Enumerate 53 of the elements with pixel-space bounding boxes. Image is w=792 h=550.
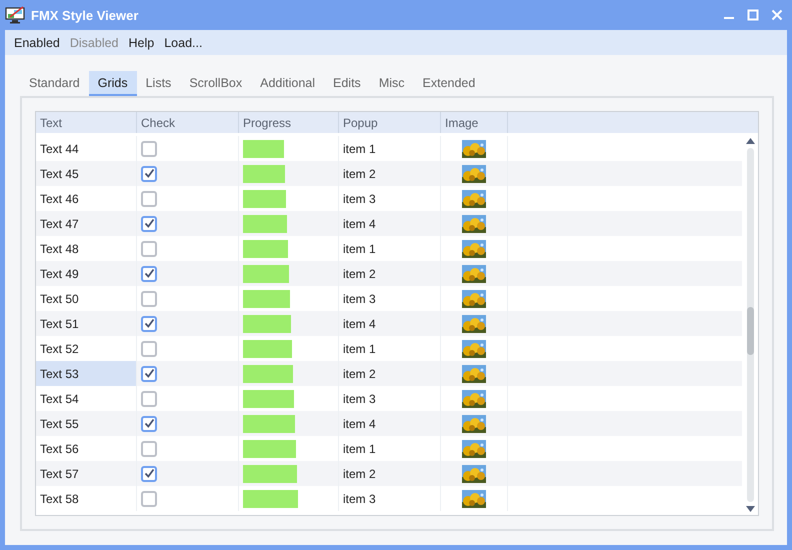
table-cell[interactable]: item 4 (339, 311, 441, 336)
table-cell[interactable]: Text 57 (36, 461, 137, 486)
checkbox[interactable] (141, 190, 157, 206)
checkbox[interactable] (141, 440, 157, 456)
tab[interactable]: Misc (370, 71, 414, 96)
tab[interactable]: Additional (251, 71, 324, 96)
table-cell[interactable]: Text 47 (36, 211, 137, 236)
scroll-down-icon[interactable] (746, 506, 754, 512)
table-cell[interactable]: Text 55 (36, 411, 137, 436)
checkbox[interactable] (141, 390, 157, 406)
column-header[interactable]: Check (137, 112, 239, 133)
checkbox[interactable] (141, 290, 157, 306)
checkbox[interactable] (141, 240, 157, 256)
table-cell[interactable]: item 4 (339, 211, 441, 236)
table-cell[interactable]: Text 45 (36, 161, 137, 186)
menu-item[interactable]: Enabled (9, 36, 65, 50)
table-cell[interactable]: item 2 (339, 261, 441, 286)
checkbox[interactable] (141, 366, 157, 382)
checkbox[interactable] (141, 466, 157, 482)
tab[interactable]: Edits (324, 71, 370, 96)
checkbox[interactable] (141, 216, 157, 232)
menu-item[interactable]: Help (124, 36, 160, 50)
tab[interactable]: Extended (414, 71, 484, 96)
window-title: FMX Style Viewer (31, 8, 138, 22)
checkbox[interactable] (141, 416, 157, 432)
table-cell[interactable]: Text 58 (36, 486, 137, 511)
checkbox[interactable] (141, 340, 157, 356)
table-cell[interactable]: Text 49 (36, 261, 137, 286)
monitor-icon (5, 6, 25, 24)
column-header[interactable]: Popup (339, 112, 441, 133)
table-cell[interactable]: item 4 (339, 411, 441, 436)
close-icon[interactable] (771, 9, 783, 21)
table-cell[interactable]: item 2 (339, 361, 441, 386)
tab[interactable]: Standard (20, 71, 89, 96)
column-header[interactable]: Progress (239, 112, 339, 133)
column-header[interactable]: Image (441, 112, 508, 133)
tab[interactable]: ScrollBox (180, 71, 252, 96)
scroll-up-icon[interactable] (746, 138, 754, 144)
table-cell[interactable]: Text 51 (36, 311, 137, 336)
table-cell[interactable]: item 3 (339, 486, 441, 511)
menu-item[interactable]: Load... (159, 36, 208, 50)
checkbox[interactable] (141, 266, 157, 282)
checkbox[interactable] (141, 166, 157, 182)
checkbox[interactable] (141, 316, 157, 332)
tab[interactable]: Grids (88, 71, 137, 96)
tab[interactable]: Lists (136, 71, 180, 96)
table-cell[interactable]: item 2 (339, 461, 441, 486)
table-cell[interactable]: item 2 (339, 161, 441, 186)
column-header[interactable]: Text (36, 112, 137, 133)
maximize-icon[interactable] (747, 9, 759, 21)
table-cell[interactable]: Text 53 (36, 361, 137, 386)
checkbox[interactable] (141, 140, 157, 156)
checkbox[interactable] (141, 490, 157, 506)
